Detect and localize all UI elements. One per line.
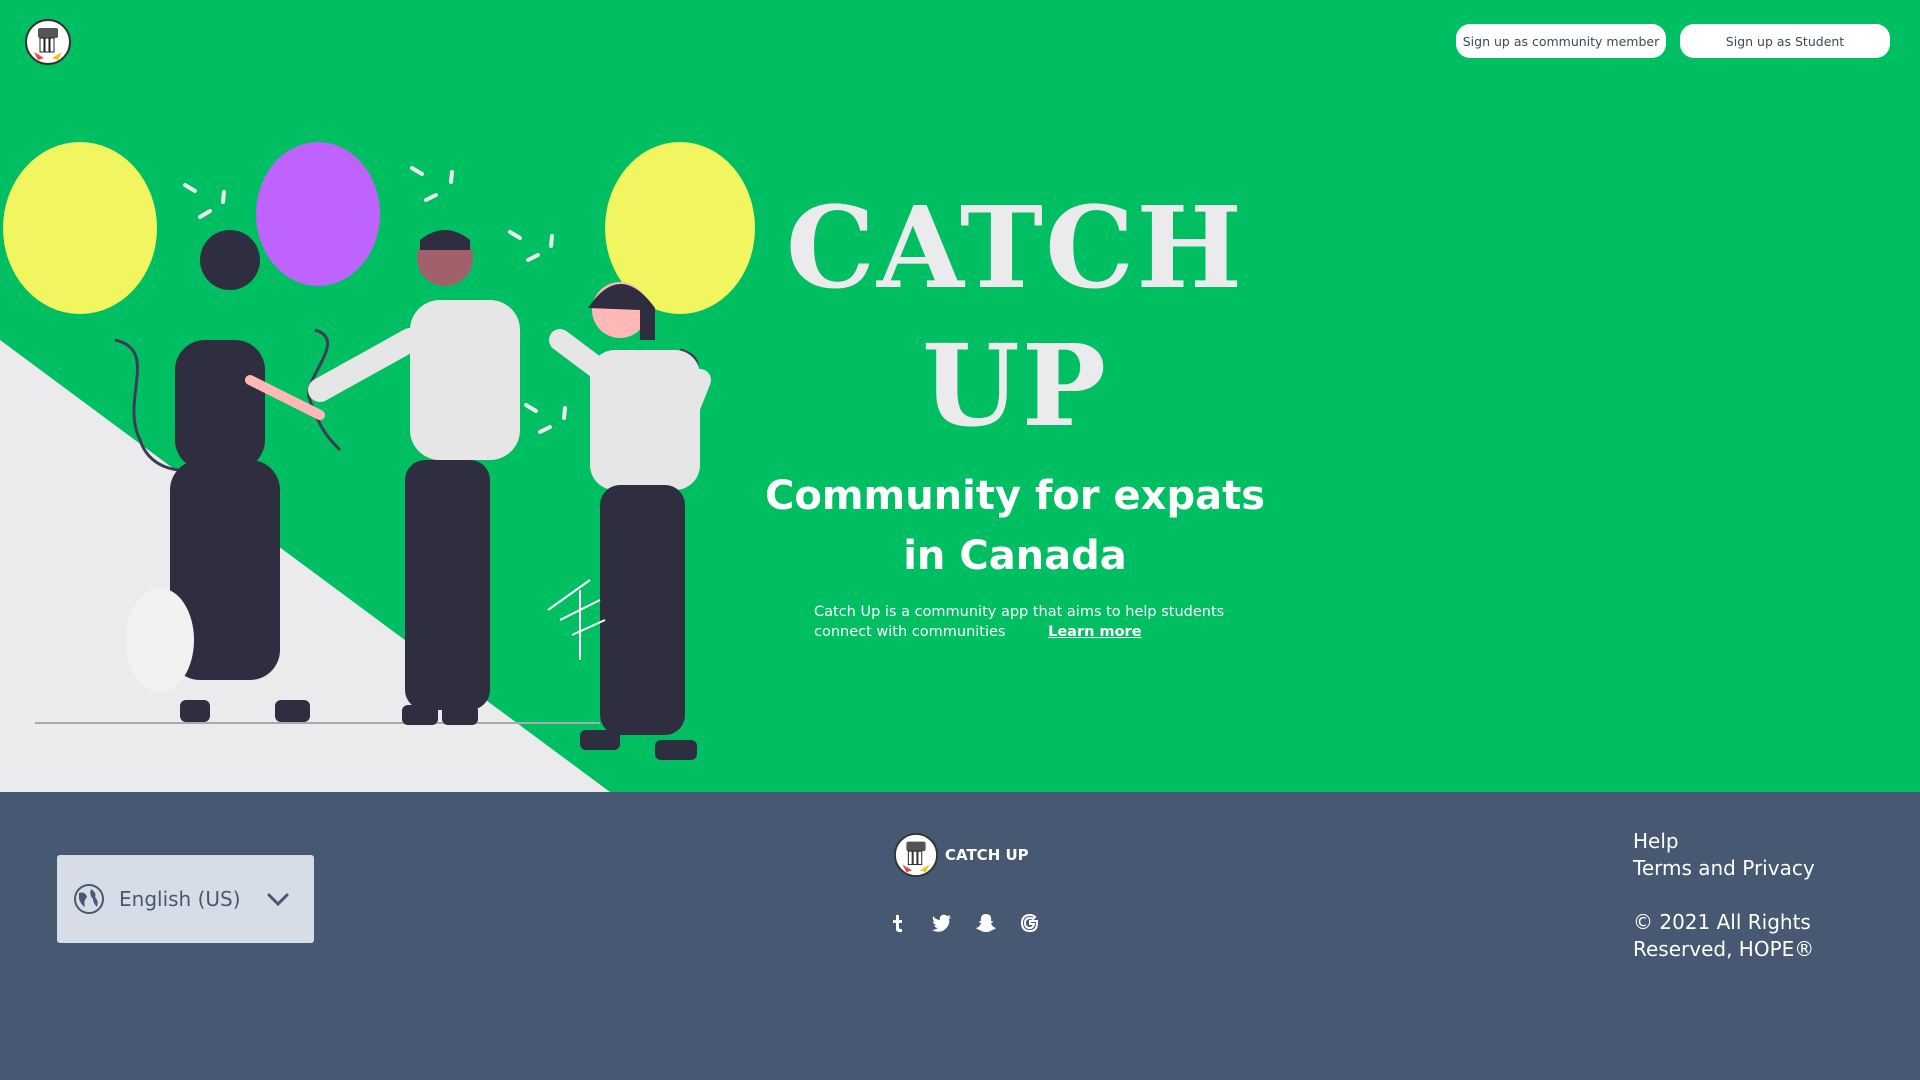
language-selector[interactable]: English (US) [57,855,314,943]
signup-community-button[interactable]: Sign up as community member [1456,24,1666,58]
footer-links: Help Terms and Privacy © 2021 All Rights… [1633,828,1903,963]
hero-description: Catch Up is a community app that aims to… [814,602,1234,642]
tumblr-icon[interactable] [887,912,909,934]
snapchat-icon[interactable] [975,912,997,934]
hero-title-line2: UP [922,321,1108,452]
footer: English (US) CATCH UP Help Terms and Pri… [0,792,1920,1080]
hero-section: Sign up as community member Sign up as S… [0,0,1920,792]
terms-privacy-link[interactable]: Terms and Privacy [1633,855,1903,882]
hero-title: CATCH UP [760,180,1270,456]
description-line1: Catch Up is a community app that aims to… [814,604,1225,620]
help-link[interactable]: Help [1633,828,1903,855]
people-with-balloons-illustration [0,142,755,792]
footer-brand-text: CATCH UP [945,846,1029,864]
twitter-icon[interactable] [931,912,953,934]
signup-buttons: Sign up as community member Sign up as S… [1456,24,1890,58]
social-links [887,912,1041,934]
description-line2: connect with communities [814,624,1006,640]
footer-brand[interactable]: CATCH UP [893,832,1029,878]
catch-up-logo[interactable] [24,18,72,66]
globe-icon [74,884,104,914]
hero-subtitle-line1: Community for expats [765,473,1265,519]
catch-up-logo-footer [893,832,939,878]
hero-subtitle: Community for expats in Canada [760,466,1270,586]
hero-title-line1: CATCH [785,183,1245,314]
learn-more-link[interactable]: Learn more [1048,624,1141,640]
copyright-text: © 2021 All Rights Reserved, HOPE® [1633,910,1815,961]
language-label: English (US) [119,887,241,911]
google-icon[interactable] [1019,912,1041,934]
chevron-down-icon [267,893,289,907]
hero-subtitle-line2: in Canada [903,533,1127,579]
signup-student-button[interactable]: Sign up as Student [1680,24,1890,58]
